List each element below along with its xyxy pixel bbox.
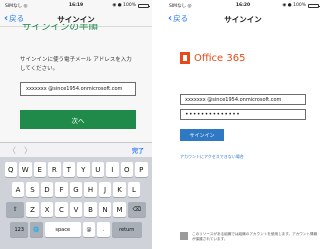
key-o[interactable]: O xyxy=(120,162,133,177)
key-k[interactable]: K xyxy=(113,182,126,197)
left-phone-screen: SIMなし ◎ 16:19 ◉ ● 100% ‹ 戻る サインイン サインインの… xyxy=(0,0,152,249)
office-brand: Office 365 xyxy=(180,52,245,64)
brand-name: Office 365 xyxy=(194,52,246,64)
key-j[interactable]: J xyxy=(98,182,112,197)
key-d[interactable]: D xyxy=(40,182,54,197)
key-i[interactable]: I xyxy=(106,162,119,177)
cant-access-link[interactable]: アカウントにアクセスできない場合 xyxy=(180,154,244,160)
nav-title: サインイン xyxy=(224,15,262,24)
office-logo-icon xyxy=(180,52,190,64)
instruction-text: サインインに使う電子メール アドレスを入力してください。 xyxy=(20,57,132,72)
key-l[interactable]: L xyxy=(127,182,141,197)
key-h[interactable]: H xyxy=(84,182,97,197)
key-f[interactable]: F xyxy=(55,182,68,197)
status-bar: SIMなし ◎ 16:19 ◉ ● 100% xyxy=(0,0,152,11)
keyboard-letter-group: ZXCVBNM xyxy=(26,202,126,217)
keyboard: QWERTYUIOP ASDFGHJKL ⇧ ZXCVBNM ⌫ 123 🌐 s… xyxy=(0,157,152,249)
footer-text: このリソースがある組織では組織のアカウントを使用します。アカウント情報が保護され… xyxy=(192,232,318,241)
done-button[interactable]: 完了 xyxy=(132,146,144,155)
email-field[interactable]: xxxxxxx @since1954.onmicrosoft.com xyxy=(20,82,136,96)
key-b[interactable]: B xyxy=(84,202,97,217)
period-key[interactable]: . xyxy=(97,222,110,237)
shift-key[interactable]: ⇧ xyxy=(6,202,25,217)
key-x[interactable]: X xyxy=(40,202,54,217)
return-key[interactable]: return xyxy=(111,222,142,237)
signin-button[interactable]: サインイン xyxy=(180,129,224,141)
next-button[interactable]: 次へ xyxy=(20,110,136,129)
keyboard-accessory-bar: 〈 〉 完了 xyxy=(0,142,152,157)
key-g[interactable]: G xyxy=(69,182,83,197)
numbers-key[interactable]: 123 xyxy=(10,222,29,237)
key-c[interactable]: C xyxy=(55,202,68,217)
keyboard-row-3: ⇧ ZXCVBNM ⌫ xyxy=(2,202,150,217)
user-id-field[interactable]: xxxxxxx @since1954.onmicrosoft.com xyxy=(180,94,306,105)
key-u[interactable]: U xyxy=(91,162,104,177)
key-p[interactable]: P xyxy=(135,162,148,177)
key-m[interactable]: M xyxy=(113,202,126,217)
keyboard-row-2: ASDFGHJKL xyxy=(2,182,150,197)
next-field-button[interactable]: 〉 xyxy=(24,145,32,156)
key-q[interactable]: Q xyxy=(4,162,17,177)
nav-bar: ‹ 戻る サインイン xyxy=(164,11,322,27)
battery-indicator: ◉ ● 100% xyxy=(282,3,320,8)
page-heading: サインインの手順 xyxy=(22,24,99,30)
at-key[interactable]: @ xyxy=(82,222,96,237)
space-key[interactable]: space xyxy=(44,222,81,237)
battery-icon xyxy=(138,3,150,8)
key-r[interactable]: R xyxy=(48,162,61,177)
key-a[interactable]: A xyxy=(11,182,25,197)
key-e[interactable]: E xyxy=(33,162,46,177)
key-y[interactable]: Y xyxy=(77,162,90,177)
footer: このリソースがある組織では組織のアカウントを使用します。アカウント情報が保護され… xyxy=(180,232,320,242)
password-field[interactable]: •••••••••••••• xyxy=(180,109,306,120)
key-z[interactable]: Z xyxy=(26,202,39,217)
key-w[interactable]: W xyxy=(19,162,32,177)
globe-icon[interactable]: 🌐 xyxy=(30,222,43,237)
delete-key[interactable]: ⌫ xyxy=(127,202,146,217)
battery-text: ◉ ● 100% xyxy=(282,3,306,8)
key-v[interactable]: V xyxy=(69,202,83,217)
key-t[interactable]: T xyxy=(62,162,75,177)
key-s[interactable]: S xyxy=(26,182,39,197)
battery-indicator: ◉ ● 100% xyxy=(112,3,150,8)
keyboard-row-1: QWERTYUIOP xyxy=(2,162,150,177)
battery-text: ◉ ● 100% xyxy=(112,3,136,8)
battery-icon xyxy=(308,3,320,8)
key-n[interactable]: N xyxy=(98,202,112,217)
prev-field-button[interactable]: 〈 xyxy=(8,145,16,156)
keyboard-row-bottom: 123 🌐 space @ . return xyxy=(2,222,150,237)
right-phone-screen: SIMなし ◎ 16:20 ◉ ● 100% ‹ 戻る サインイン Office… xyxy=(164,0,322,249)
status-bar: SIMなし ◎ 16:20 ◉ ● 100% xyxy=(164,0,322,11)
org-logo-icon xyxy=(180,232,188,240)
